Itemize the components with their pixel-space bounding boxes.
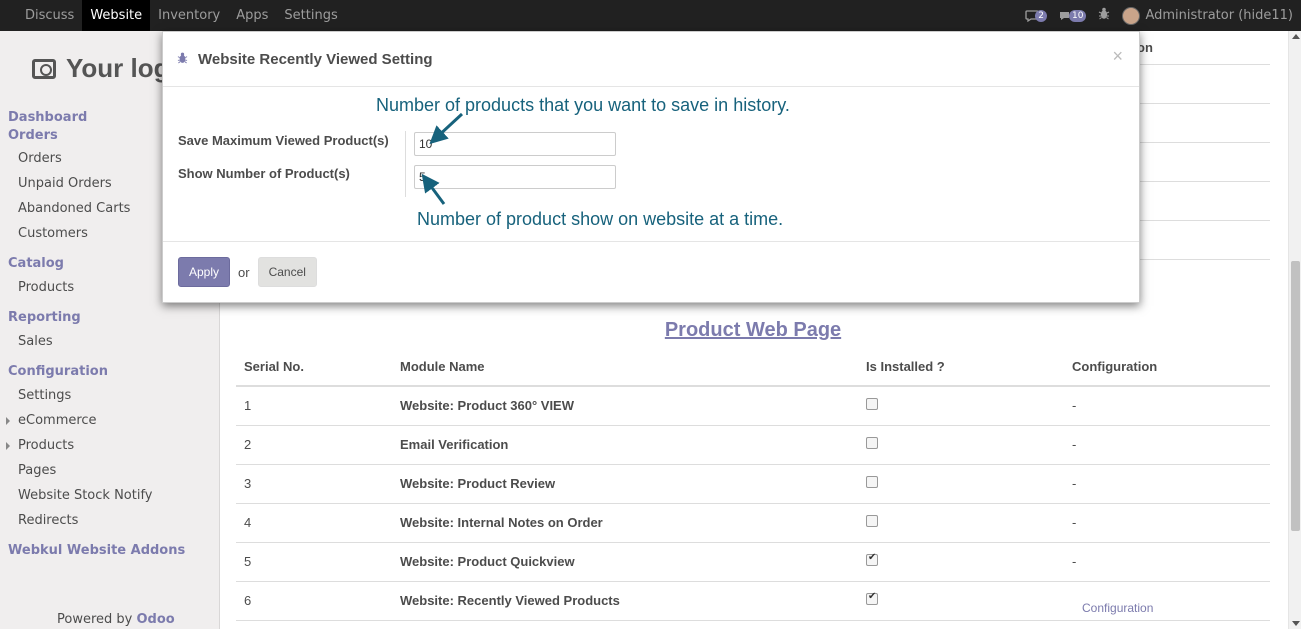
page-scrollbar[interactable]: [1288, 31, 1301, 629]
sidebar-head-reporting[interactable]: Reporting: [0, 309, 219, 333]
installed-checkbox[interactable]: [866, 552, 878, 566]
serial-cell: 2: [236, 425, 392, 465]
divider: [405, 131, 406, 197]
config-cell: -: [1064, 425, 1270, 465]
annotation-show-on-website: Number of product show on website at a t…: [417, 209, 784, 229]
table-row: 4 Website: Internal Notes on Order -: [236, 503, 1270, 543]
config-cell: -: [1064, 386, 1270, 426]
modal-body: Number of products that you want to save…: [163, 87, 1139, 242]
odoo-link[interactable]: Odoo: [137, 612, 175, 627]
scrollbar-thumb[interactable]: [1291, 261, 1300, 531]
sidebar-item-pages[interactable]: Pages: [0, 462, 219, 487]
table-row: 3 Website: Product Review -: [236, 464, 1270, 504]
systray: 2 10 Administrator (hide11): [1025, 0, 1293, 31]
sidebar-item-config-products[interactable]: Products: [0, 437, 219, 462]
sidebar-item-settings[interactable]: Settings: [0, 387, 219, 412]
conversations-button[interactable]: 2: [1025, 9, 1047, 22]
or-text: or: [238, 264, 250, 280]
modules-table: Serial No. Module Name Is Installed ? Co…: [236, 348, 1270, 621]
save-max-label: Save Maximum Viewed Product(s): [178, 133, 389, 148]
app-menu: Discuss Website Inventory Apps Settings: [0, 0, 346, 31]
module-name-cell: Website: Recently Viewed Products: [392, 581, 858, 621]
installed-checkbox[interactable]: [866, 437, 878, 449]
menu-apps[interactable]: Apps: [228, 0, 276, 31]
divider: [1137, 259, 1270, 260]
menu-inventory[interactable]: Inventory: [150, 0, 228, 31]
divider: [1137, 142, 1270, 143]
cancel-button[interactable]: Cancel: [257, 257, 317, 287]
sidebar-item-redirects[interactable]: Redirects: [0, 512, 219, 542]
annotation-save-history: Number of products that you want to save…: [376, 95, 790, 115]
powered-by-text: Powered by: [57, 612, 133, 627]
top-navbar: Discuss Website Inventory Apps Settings …: [0, 0, 1301, 31]
divider: [1137, 220, 1270, 221]
col-serial: Serial No.: [236, 348, 392, 387]
config-cell: -: [1064, 542, 1270, 582]
module-name-cell: Website: Product 360° VIEW: [392, 386, 858, 426]
table-row: 1 Website: Product 360° VIEW -: [236, 386, 1270, 426]
modal-header: Website Recently Viewed Setting ×: [163, 32, 1139, 87]
scroll-up-arrow-icon[interactable]: [1292, 34, 1300, 39]
table-header-row: Serial No. Module Name Is Installed ? Co…: [236, 348, 1270, 387]
table-row: 5 Website: Product Quickview -: [236, 542, 1270, 582]
page-title: Product Web Page: [664, 319, 842, 341]
show-number-label: Show Number of Product(s): [178, 166, 350, 181]
menu-discuss[interactable]: Discuss: [0, 0, 82, 31]
module-name-cell: Website: Product Quickview: [392, 542, 858, 582]
configuration-link[interactable]: Configuration: [1072, 601, 1153, 615]
module-name-cell: Website: Internal Notes on Order: [392, 503, 858, 543]
bug-icon: [177, 52, 188, 67]
table-row: 2 Email Verification -: [236, 425, 1270, 465]
save-max-viewed-input[interactable]: [414, 132, 616, 156]
installed-checkbox[interactable]: [866, 476, 878, 488]
modal-footer: Apply or Cancel: [163, 242, 1139, 302]
sidebar-head-configuration[interactable]: Configuration: [0, 363, 219, 387]
module-name-cell: Email Verification: [392, 425, 858, 465]
col-configuration: Configuration: [1064, 348, 1270, 387]
serial-cell: 3: [236, 464, 392, 504]
user-menu[interactable]: Administrator (hide11): [1122, 6, 1293, 25]
sidebar-item-sales[interactable]: Sales: [0, 333, 219, 363]
modal-title: Website Recently Viewed Setting: [198, 50, 433, 68]
conversation-count-badge: 2: [1035, 9, 1047, 22]
settings-modal: Website Recently Viewed Setting × Number…: [162, 31, 1140, 303]
divider: [1137, 181, 1270, 182]
serial-cell: 5: [236, 542, 392, 582]
show-number-input[interactable]: [414, 165, 616, 189]
divider: [1137, 103, 1270, 104]
avatar: [1122, 6, 1141, 25]
menu-settings[interactable]: Settings: [276, 0, 345, 31]
powered-by: Powered by Odoo: [57, 612, 175, 627]
apply-button[interactable]: Apply: [178, 257, 231, 287]
serial-cell: 1: [236, 386, 392, 426]
installed-checkbox[interactable]: [866, 515, 878, 527]
divider: [1137, 64, 1270, 65]
serial-cell: 6: [236, 581, 392, 621]
config-cell: -: [1064, 503, 1270, 543]
table-row: 6 Website: Recently Viewed Products Conf…: [236, 581, 1270, 621]
sidebar-item-stock-notify[interactable]: Website Stock Notify: [0, 487, 219, 512]
user-name: Administrator (hide11): [1145, 8, 1293, 23]
debug-bug-icon[interactable]: [1098, 7, 1110, 24]
messages-button[interactable]: 10: [1059, 9, 1087, 22]
close-icon[interactable]: ×: [1112, 46, 1123, 67]
col-installed: Is Installed ?: [858, 348, 1064, 387]
config-cell: -: [1064, 464, 1270, 504]
camera-icon: [32, 58, 56, 79]
sidebar-head-webkul-addons[interactable]: Webkul Website Addons: [0, 542, 219, 560]
sidebar-item-ecommerce[interactable]: eCommerce: [0, 412, 219, 437]
module-name-cell: Website: Product Review: [392, 464, 858, 504]
installed-checkbox[interactable]: [866, 591, 878, 605]
scroll-down-arrow-icon[interactable]: [1292, 621, 1300, 626]
message-count-badge: 10: [1069, 9, 1087, 22]
installed-checkbox[interactable]: [866, 398, 878, 411]
serial-cell: 4: [236, 503, 392, 543]
menu-website[interactable]: Website: [82, 0, 151, 31]
col-module-name: Module Name: [392, 348, 858, 387]
